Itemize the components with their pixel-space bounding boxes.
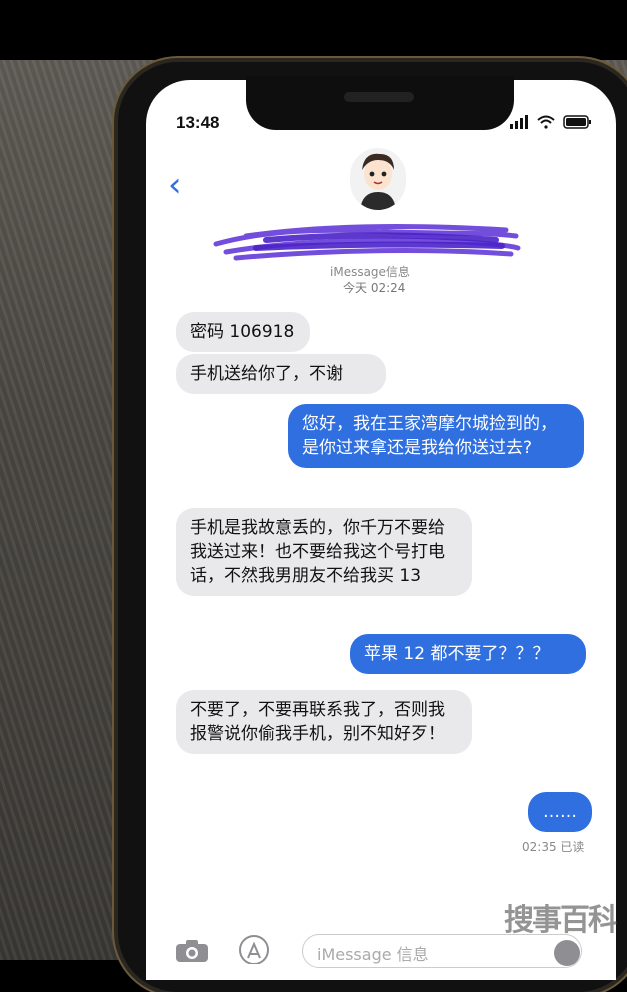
camera-icon[interactable]	[172, 938, 212, 962]
watermark: 搜事百科	[504, 903, 618, 938]
contact-avatar[interactable]	[350, 148, 406, 210]
message-bubble-outgoing[interactable]: ……	[528, 792, 592, 832]
battery-icon	[563, 115, 591, 129]
message-bubble-incoming[interactable]: 不要了，不要再联系我了，否则我报警说你偷我手机，别不知好歹！	[176, 690, 472, 754]
message-bubble-outgoing[interactable]: 苹果 12 都不要了？？？	[350, 634, 586, 674]
wifi-icon	[537, 115, 555, 129]
redacted-name-scribble	[213, 224, 521, 261]
message-bubble-incoming[interactable]: 密码 106918	[176, 312, 310, 352]
back-chevron-icon[interactable]: ‹	[168, 168, 192, 202]
notch	[246, 76, 514, 130]
message-bubble-incoming[interactable]: 手机送给你了，不谢	[176, 354, 386, 394]
conversation-timestamp: 今天 02:24	[343, 281, 406, 295]
service-label: iMessage信息	[330, 265, 410, 279]
status-time: 13:48	[176, 113, 220, 132]
status-icons	[510, 115, 591, 129]
audio-icon[interactable]	[554, 940, 580, 966]
signal-icon	[510, 115, 528, 129]
speaker-grille	[344, 92, 414, 102]
read-receipt: 02:35 已读	[522, 840, 585, 854]
message-bubble-incoming[interactable]: 手机是我故意丢的，你千万不要给我送过来！也不要给我这个号打电话，不然我男朋友不给…	[176, 508, 472, 596]
message-bubble-outgoing[interactable]: 您好，我在王家湾摩尔城捡到的，是你过来拿还是我给你送过去?	[288, 404, 584, 468]
message-input[interactable]: iMessage 信息	[302, 934, 582, 968]
